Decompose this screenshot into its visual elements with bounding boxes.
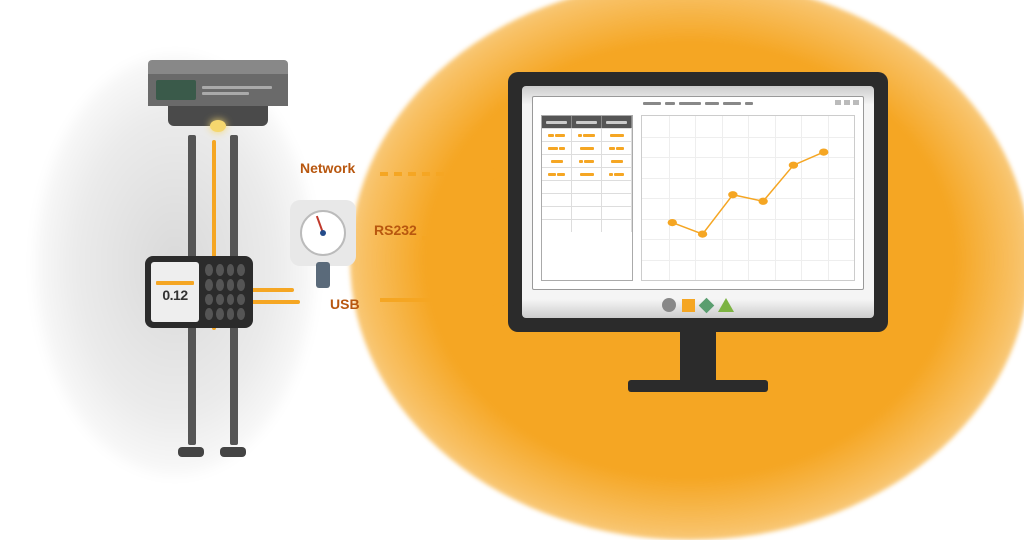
network-arrow-icon	[380, 164, 510, 184]
usb-arrow-icon	[380, 290, 510, 310]
computer-monitor	[508, 72, 888, 372]
overhead-screen	[156, 80, 196, 100]
cable-branch	[250, 300, 300, 304]
table-header	[542, 116, 632, 128]
square-icon	[682, 299, 695, 312]
reader-value: 0.12	[162, 287, 187, 303]
shape-legend	[522, 298, 874, 312]
digital-reader: 0.12	[145, 256, 253, 328]
data-table	[541, 115, 633, 281]
table-row	[542, 128, 632, 141]
rs232-arrow-icon	[380, 228, 510, 248]
usb-label: USB	[330, 296, 360, 312]
table-row	[542, 193, 632, 206]
app-window	[532, 96, 864, 290]
table-row	[542, 219, 632, 232]
table-row	[542, 141, 632, 154]
diamond-icon	[699, 297, 715, 313]
table-row	[542, 206, 632, 219]
circle-icon	[662, 298, 676, 312]
network-label: Network	[300, 160, 355, 176]
monitor-screen	[522, 86, 874, 318]
window-controls	[835, 100, 859, 105]
chart-panel	[641, 115, 855, 281]
reader-screen: 0.12	[151, 262, 199, 322]
gauge-dial	[300, 210, 346, 256]
table-row	[542, 180, 632, 193]
reader-keypad	[203, 262, 247, 322]
table-row	[542, 167, 632, 180]
app-titlebar	[533, 97, 863, 109]
table-row	[542, 154, 632, 167]
chart-points	[642, 116, 854, 280]
overhead-light-icon	[210, 120, 226, 132]
triangle-icon	[718, 298, 734, 312]
overhead-device	[148, 60, 288, 140]
pressure-gauge	[290, 200, 356, 290]
